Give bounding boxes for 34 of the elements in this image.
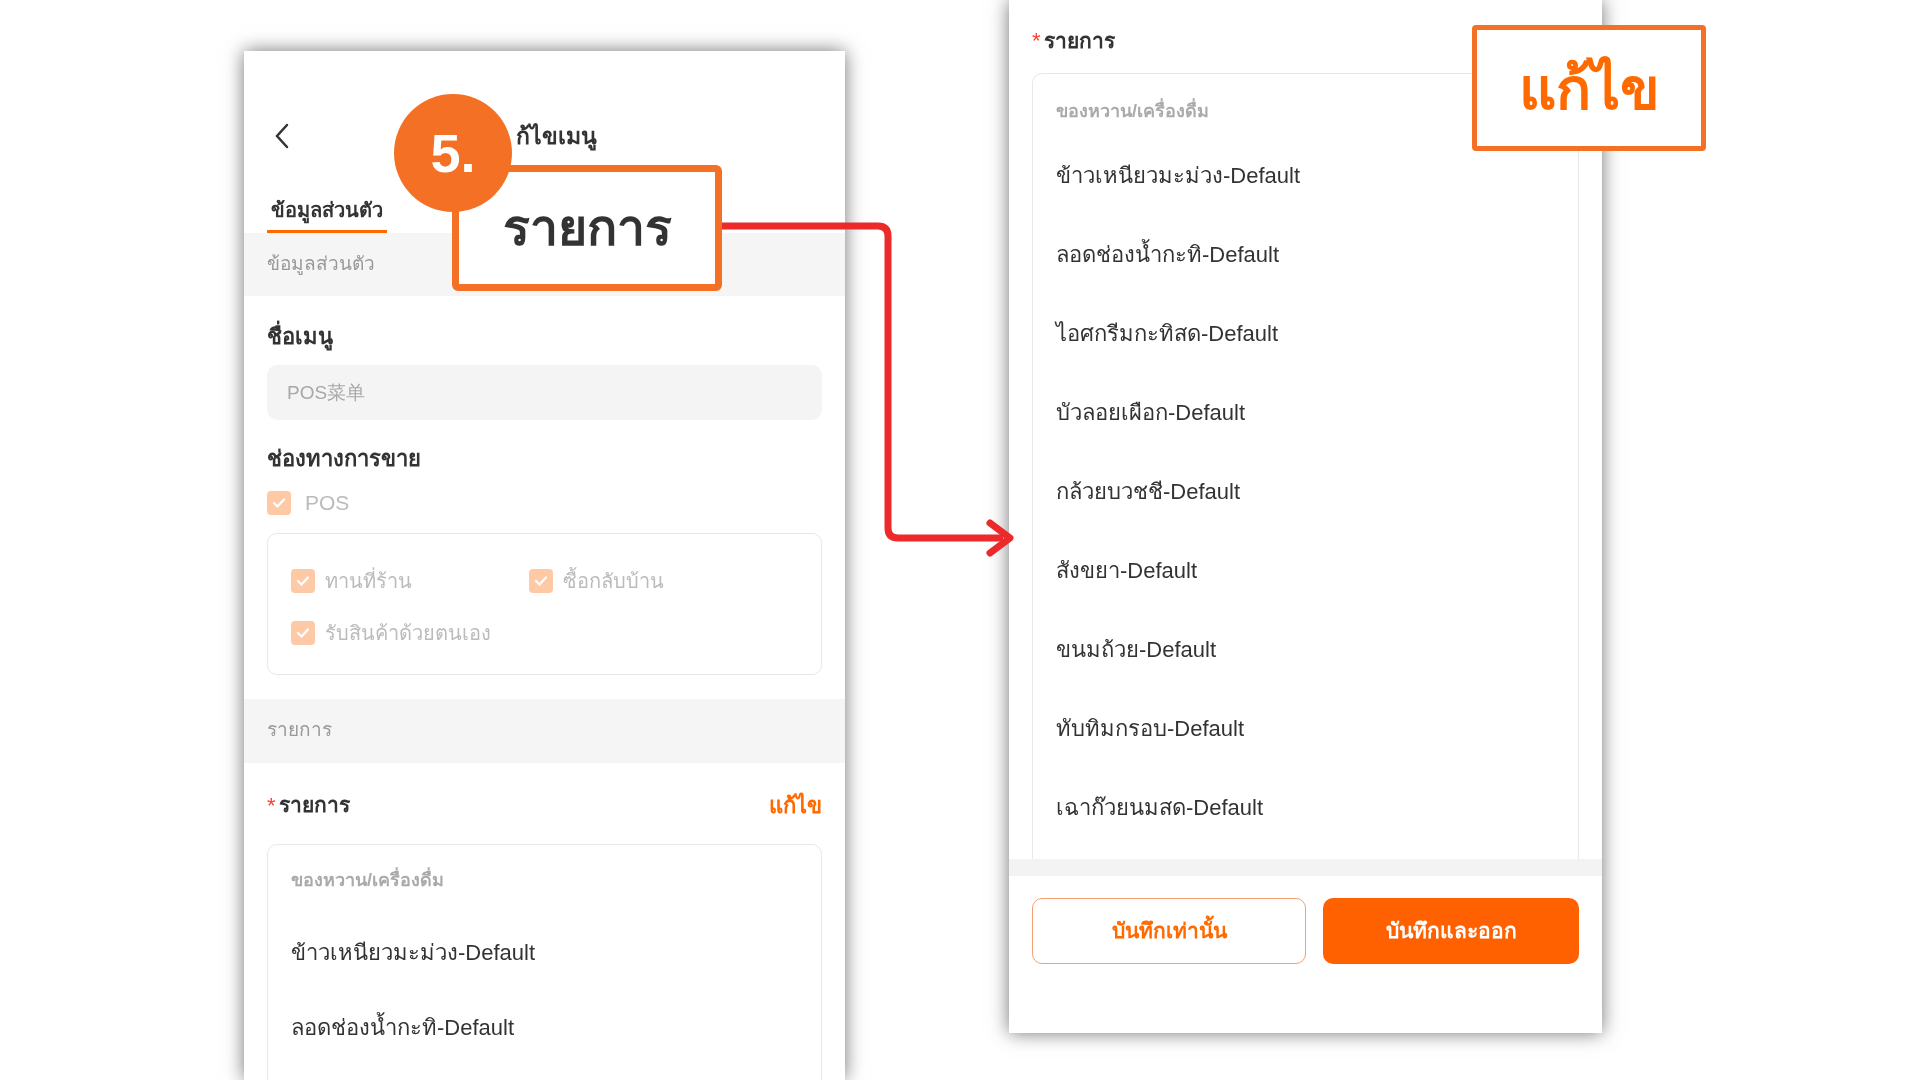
menu-item[interactable]: กล้วยบวชชี-Default xyxy=(1056,477,1555,506)
menu-item[interactable]: ข้าวเหนียวมะม่วง-Default xyxy=(1056,161,1555,190)
check-icon xyxy=(272,496,286,509)
menu-item[interactable]: สังขยา-Default xyxy=(1056,556,1555,585)
required-mark: * xyxy=(267,791,276,820)
menu-item[interactable]: ไอศกรีมกะทิสด-Default xyxy=(1056,319,1555,348)
checkbox[interactable] xyxy=(291,568,315,593)
menu-item[interactable]: เฉาก๊วยนมสด-Default xyxy=(1056,793,1555,822)
category-heading: ของหวาน/เครื่องดื่ม xyxy=(291,866,445,892)
field-label: ช่องทางการขาย xyxy=(267,445,422,473)
required-mark: * xyxy=(1032,27,1041,55)
menu-item[interactable]: ลอดช่องน้ำกะทิ-Default xyxy=(1056,240,1555,269)
menu-item[interactable]: บัวลอยเผือก-Default xyxy=(1056,398,1555,427)
checkbox[interactable] xyxy=(529,568,553,593)
field-label: ชื่อเมนู xyxy=(267,320,822,353)
check-icon xyxy=(534,574,548,587)
back-icon[interactable] xyxy=(274,123,290,149)
menu-item[interactable]: ลอดช่องน้ำกะทิ-Default xyxy=(291,1010,798,1044)
checkbox-label: รับสินค้าด้วยตนเอง xyxy=(325,620,491,646)
section-heading: ข้อมูลส่วนตัว xyxy=(267,252,375,277)
checkbox-label: POS xyxy=(305,490,350,516)
checkbox[interactable] xyxy=(291,620,315,645)
checkbox-label: ซื้อกลับบ้าน xyxy=(563,566,664,594)
menu-item[interactable]: ข้าวเหนียวมะม่วง-Default xyxy=(291,935,798,969)
check-icon xyxy=(296,574,310,587)
checkbox-label: ทานที่ร้าน xyxy=(325,566,412,594)
field-label: รายการ xyxy=(1043,27,1115,54)
menu-item[interactable]: ขนมถ้วย-Default xyxy=(1056,635,1555,664)
section-heading: รายการ xyxy=(267,718,332,743)
checkbox[interactable] xyxy=(267,490,291,515)
screen-title: ก้ไขเมนู xyxy=(516,122,597,153)
field-label: รายการ xyxy=(278,792,350,819)
check-icon xyxy=(296,626,310,639)
menu-item[interactable]: ทับทิมกรอบ-Default xyxy=(1056,714,1555,743)
